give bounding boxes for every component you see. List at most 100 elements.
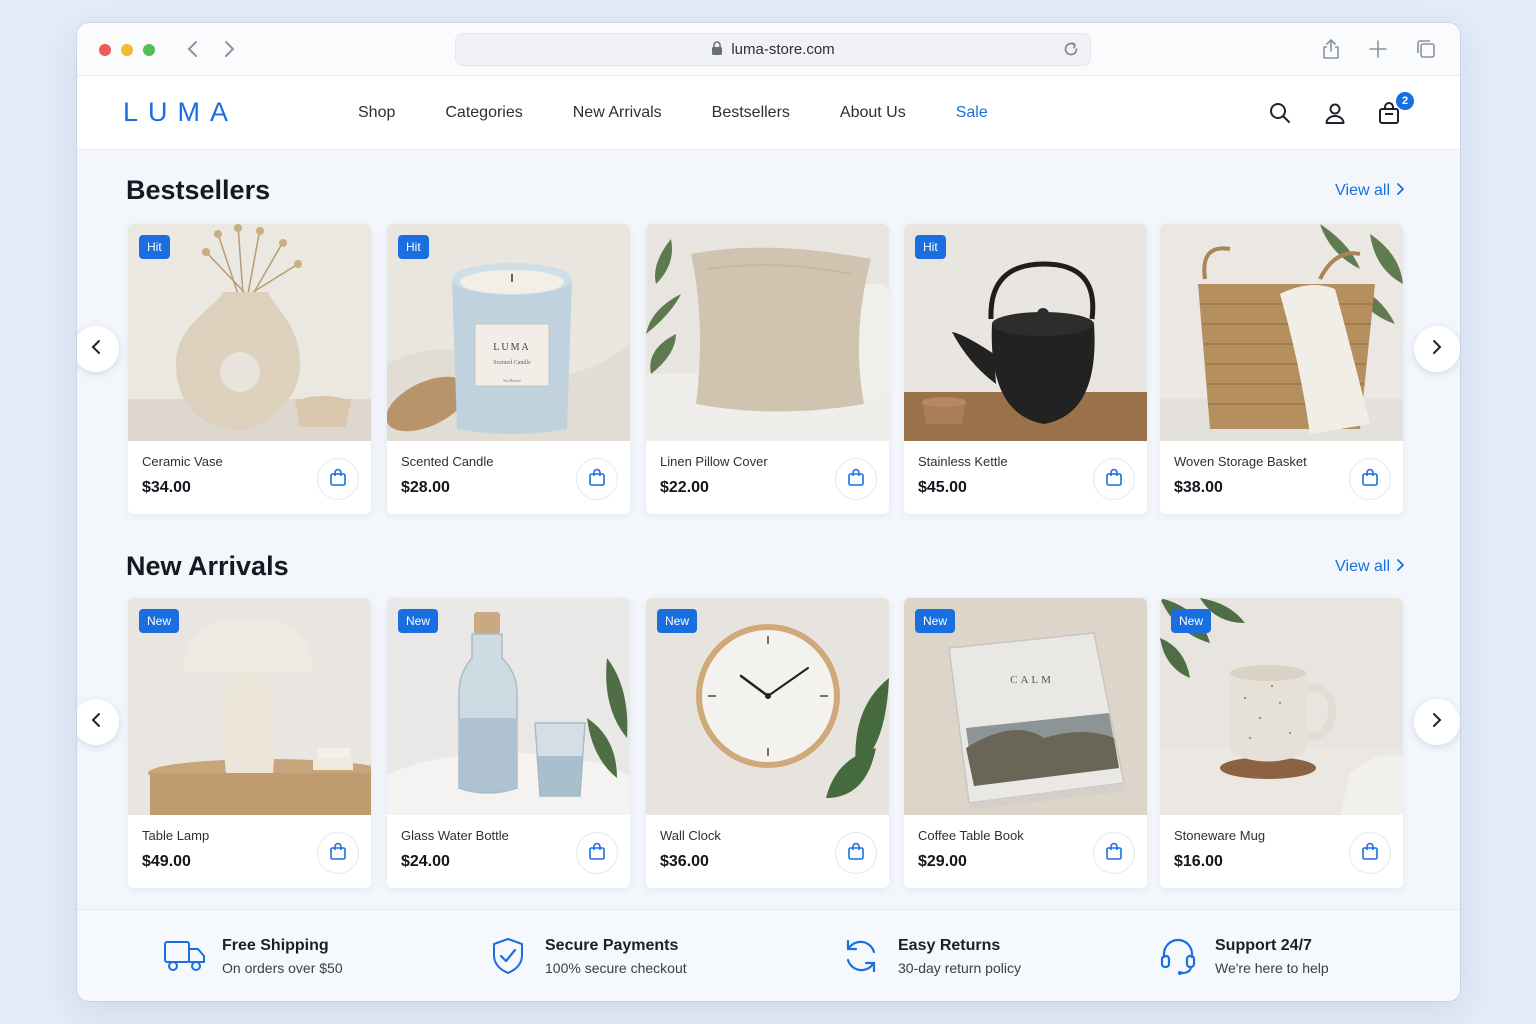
product-card[interactable]: Hit Ceramic Vase $34.00 [128,224,371,514]
browser-toolbar: luma-store.com [77,23,1460,76]
chevron-right-icon [1396,558,1405,576]
back-icon[interactable] [181,37,205,61]
product-card[interactable]: CALM New Coffee Table Book $29.00 [904,598,1147,888]
minimize-window-button[interactable] [121,44,133,56]
maximize-window-button[interactable] [143,44,155,56]
lock-icon [711,40,723,59]
product-image [1160,224,1403,441]
add-to-cart-button[interactable] [1349,832,1391,874]
close-window-button[interactable] [99,44,111,56]
product-card[interactable]: New Wall Clock $36.00 [646,598,889,888]
product-badge: New [915,609,956,633]
chevron-left-icon [91,339,101,360]
view-all-label: View all [1335,558,1390,575]
product-price: $38.00 [1174,479,1223,496]
product-name[interactable]: Stoneware Mug [1174,828,1265,843]
feature-title: Easy Returns [898,936,1001,954]
add-to-cart-button[interactable] [317,458,359,500]
add-to-cart-button[interactable] [576,832,618,874]
feature-easy-returns: Easy Returns 30-day return policy [838,910,1021,1001]
site-header: LUMA Shop Categories New Arrivals Bestse… [77,76,1460,150]
bestsellers-prev-button[interactable] [77,326,119,372]
product-card[interactable]: New Glass Water Bottle $24.00 [387,598,630,888]
product-badge: New [657,609,698,633]
add-to-cart-button[interactable] [1093,832,1135,874]
feature-secure-payments: Secure Payments 100% secure checkout [485,910,687,1001]
product-name[interactable]: Stainless Kettle [918,454,1008,469]
candle-label-sub: Scented Candle [493,360,531,366]
product-name[interactable]: Coffee Table Book [918,828,1024,843]
add-to-cart-button[interactable] [835,832,877,874]
product-card[interactable]: Hit Stainless Kettle $45.00 [904,224,1147,514]
tabs-overview-icon[interactable] [1414,37,1438,61]
new-arrivals-view-all[interactable]: View all [1335,558,1405,576]
product-badge: New [398,609,439,633]
share-icon[interactable] [1319,37,1343,61]
search-icon[interactable] [1267,100,1293,126]
store-logo[interactable]: LUMA [123,97,238,128]
feature-support: Support 24/7 We're here to help [1155,910,1329,1001]
nav-shop[interactable]: Shop [358,104,395,122]
product-name[interactable]: Glass Water Bottle [401,828,509,843]
add-to-cart-button[interactable] [576,458,618,500]
new-arrivals-prev-button[interactable] [77,699,119,745]
shopping-bag-icon [1361,468,1379,491]
address-bar[interactable]: luma-store.com [455,33,1091,66]
headset-icon [1155,933,1201,979]
nav-sale[interactable]: Sale [956,104,988,122]
shopping-bag-icon [588,842,606,865]
feature-subtitle: 30-day return policy [898,959,1021,976]
shopping-bag-icon [329,842,347,865]
chevron-right-icon [1432,712,1442,733]
product-badge: Hit [139,235,170,259]
feature-title: Secure Payments [545,936,679,954]
product-card[interactable]: LUMA Scented Candle Sea Breeze Hit Scent… [387,224,630,514]
product-price: $24.00 [401,853,450,870]
reload-icon[interactable] [1062,40,1080,62]
product-name[interactable]: Linen Pillow Cover [660,454,768,469]
add-to-cart-button[interactable] [1349,458,1391,500]
product-name[interactable]: Scented Candle [401,454,494,469]
add-to-cart-button[interactable] [317,832,359,874]
feature-subtitle: 100% secure checkout [545,959,687,976]
truck-icon [162,933,208,979]
product-name[interactable]: Table Lamp [142,828,209,843]
user-icon[interactable] [1322,100,1348,126]
new-arrivals-next-button[interactable] [1414,699,1460,745]
shopping-bag-icon [847,842,865,865]
chevron-right-icon [1396,182,1405,200]
product-price: $16.00 [1174,853,1223,870]
product-card[interactable]: Linen Pillow Cover $22.00 [646,224,889,514]
shopping-bag-icon [847,468,865,491]
shopping-bag-icon [329,468,347,491]
add-to-cart-button[interactable] [1093,458,1135,500]
product-price: $36.00 [660,853,709,870]
feature-free-shipping: Free Shipping On orders over $50 [162,910,343,1001]
bestsellers-view-all[interactable]: View all [1335,182,1405,200]
feature-title: Free Shipping [222,936,329,954]
nav-about-us[interactable]: About Us [840,104,906,122]
bestsellers-next-button[interactable] [1414,326,1460,372]
product-price: $49.00 [142,853,191,870]
nav-new-arrivals[interactable]: New Arrivals [573,104,662,122]
product-name[interactable]: Wall Clock [660,828,721,843]
product-card[interactable]: Woven Storage Basket $38.00 [1160,224,1403,514]
product-price: $34.00 [142,479,191,496]
product-card[interactable]: New Table Lamp $49.00 [128,598,371,888]
cart-count-badge: 2 [1396,92,1414,110]
chevron-left-icon [91,712,101,733]
shield-check-icon [485,933,531,979]
add-to-cart-button[interactable] [835,458,877,500]
forward-icon[interactable] [217,37,241,61]
new-tab-icon[interactable] [1366,37,1390,61]
product-price: $22.00 [660,479,709,496]
product-name[interactable]: Woven Storage Basket [1174,454,1307,469]
bestsellers-carousel: Hit Ceramic Vase $34.00 LUMA Scented Can… [128,224,1403,514]
shopping-bag-icon [1361,842,1379,865]
nav-bestsellers[interactable]: Bestsellers [712,104,790,122]
product-name[interactable]: Ceramic Vase [142,454,223,469]
new-arrivals-carousel: New Table Lamp $49.00 New Glass Water Bo… [128,598,1403,888]
product-card[interactable]: New Stoneware Mug $16.00 [1160,598,1403,888]
product-image [646,224,889,441]
nav-categories[interactable]: Categories [445,104,522,122]
